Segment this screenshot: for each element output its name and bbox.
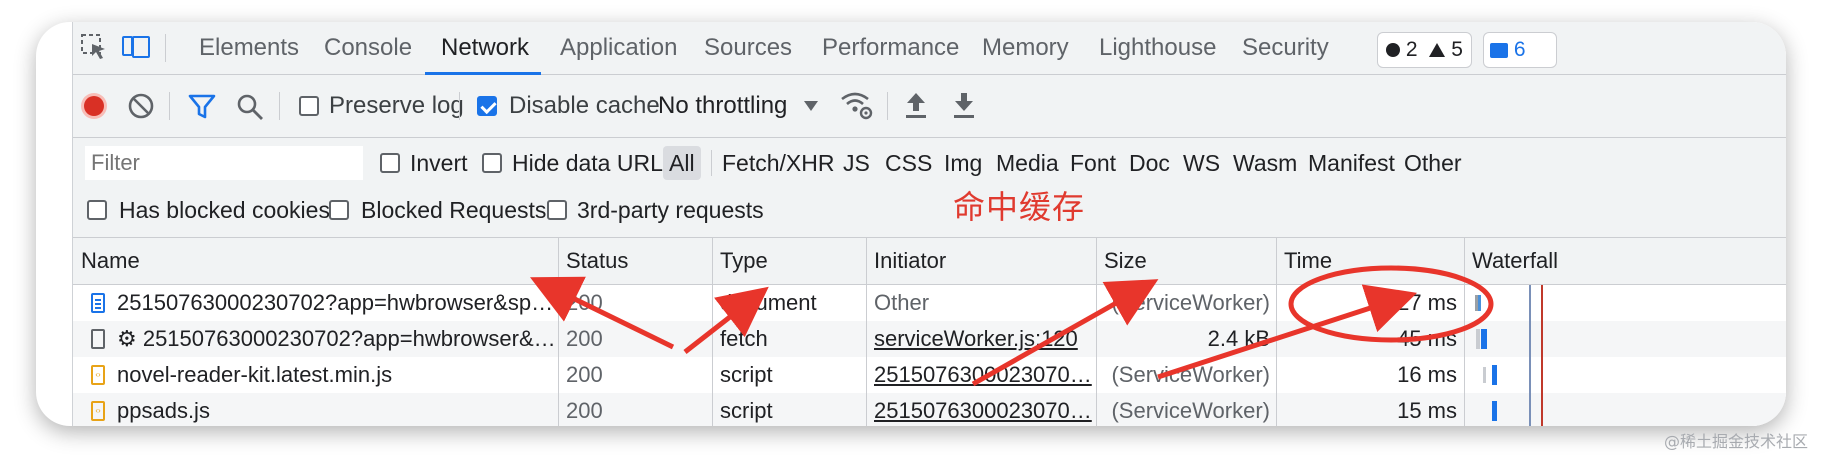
screenshot-card: Elements Console Network Application Sou… [36, 22, 1786, 426]
arrow-to-name [530, 276, 675, 350]
watermark: @稀土掘金技术社区 [1663, 432, 1808, 451]
devtools-panel: Elements Console Network Application Sou… [72, 22, 1786, 426]
time-highlight-circle [1288, 265, 1494, 343]
arrow-to-type [683, 286, 769, 354]
annotation-arrows [530, 265, 1494, 387]
arrow-to-size [971, 279, 1159, 387]
